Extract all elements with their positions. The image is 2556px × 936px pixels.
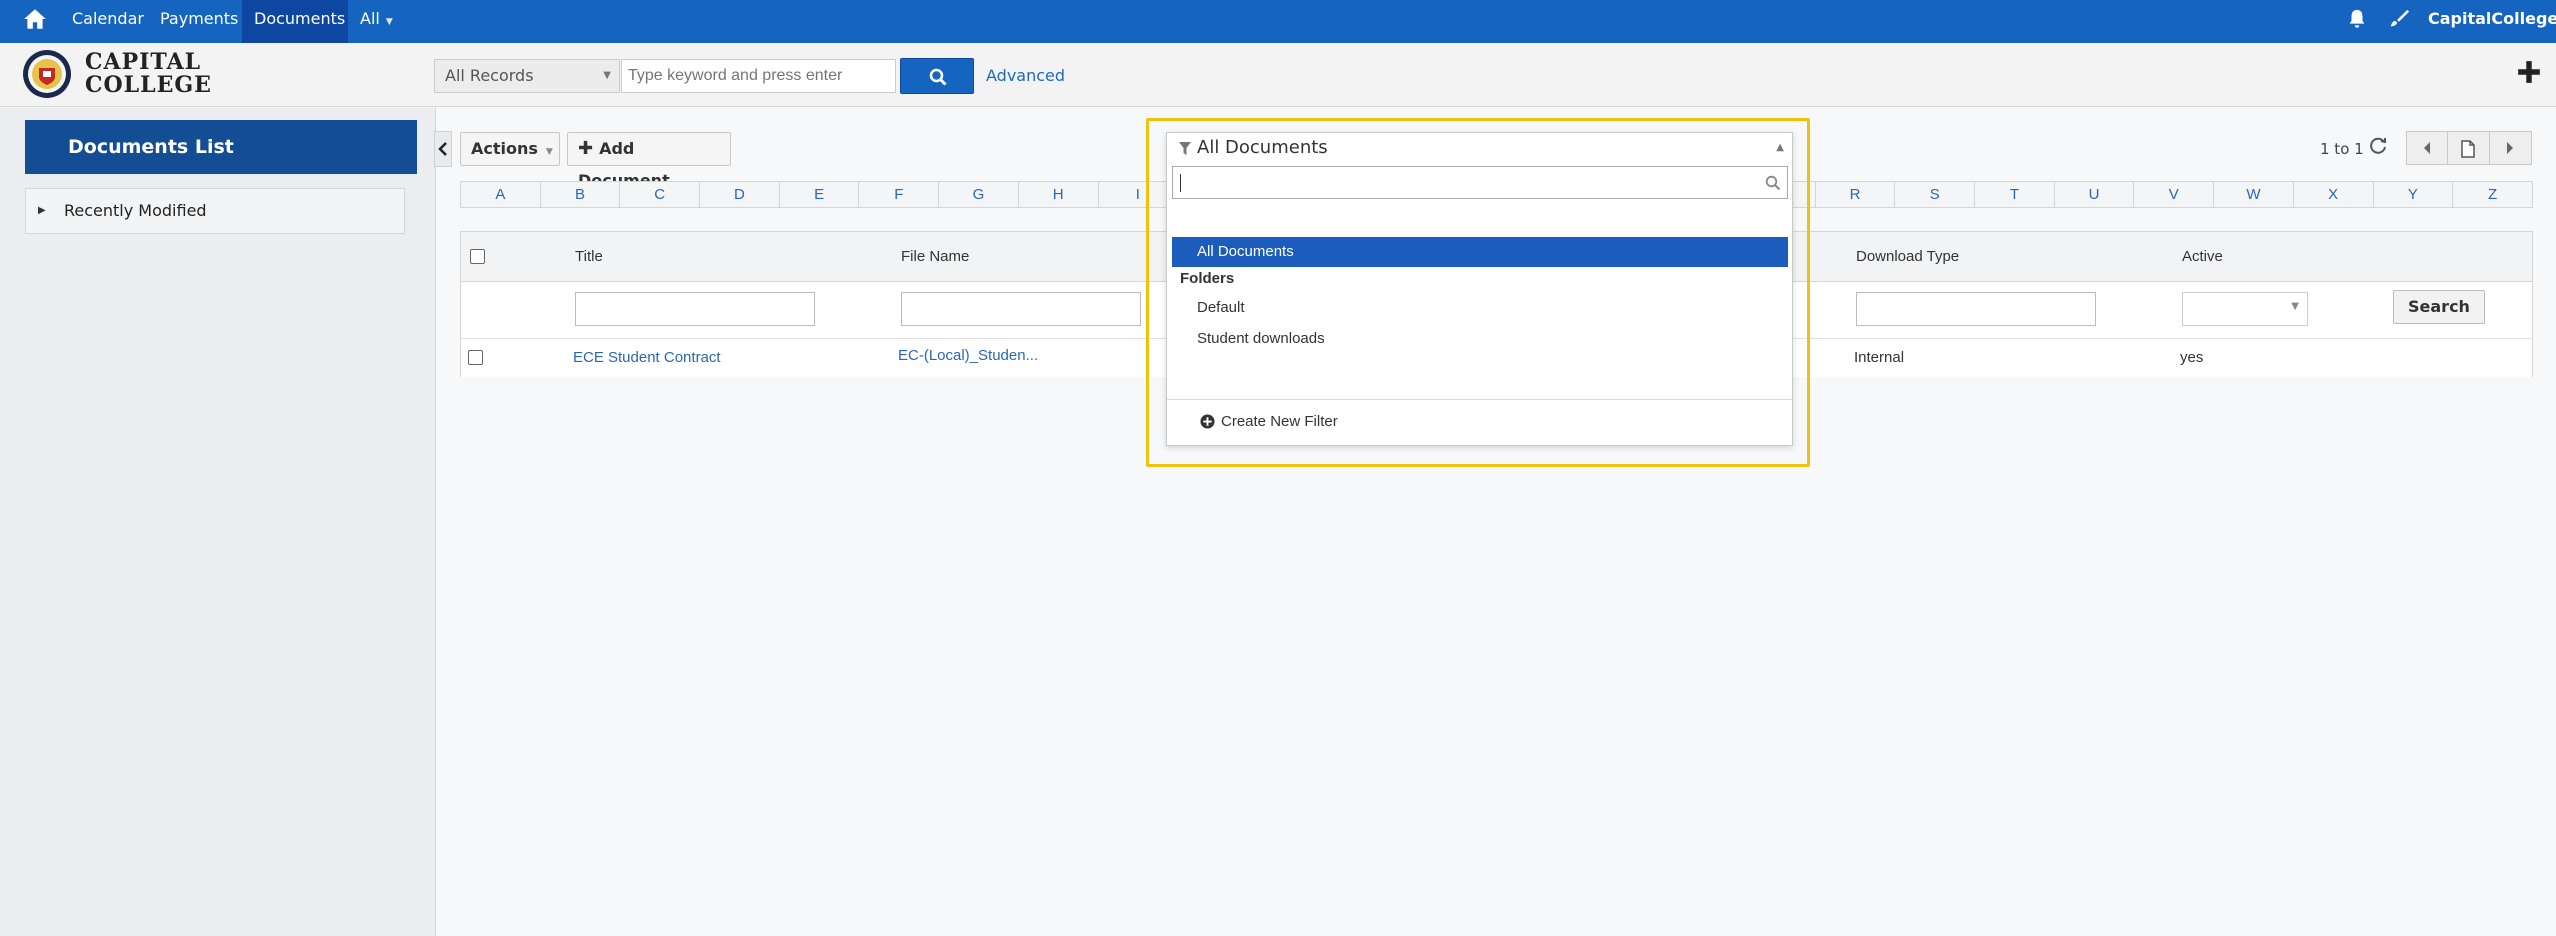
home-icon[interactable] <box>22 6 48 32</box>
search-icon <box>1765 175 1781 191</box>
advanced-search-link[interactable]: Advanced <box>986 66 1065 85</box>
nav-all[interactable]: All ▼ <box>348 0 405 43</box>
divider <box>1167 399 1792 400</box>
recently-modified-label: Recently Modified <box>64 201 207 220</box>
select-all-checkbox[interactable] <box>470 249 485 264</box>
actions-label: Actions <box>471 139 538 158</box>
sidebar: Documents List ▶ Recently Modified <box>0 108 436 936</box>
user-menu[interactable]: CapitalCollege▼ <box>2428 0 2556 41</box>
sidebar-collapse-button[interactable] <box>434 131 452 167</box>
download-type-filter-input[interactable] <box>1856 292 2096 326</box>
alpha-letter[interactable]: Z <box>2453 182 2532 207</box>
top-nav-bar: Calendar Payments Documents All ▼ Capital… <box>0 0 2556 43</box>
column-header-file-name[interactable]: File Name <box>901 248 969 265</box>
next-page-button[interactable] <box>2490 131 2532 165</box>
alpha-letter[interactable]: C <box>620 182 701 207</box>
funnel-icon <box>1179 142 1191 155</box>
plus-icon: ✚ <box>578 138 594 159</box>
plus-circle-icon <box>1200 414 1215 429</box>
college-seal-icon <box>23 50 71 98</box>
alpha-letter[interactable]: D <box>700 182 780 207</box>
file-name-filter-input[interactable] <box>901 292 1141 326</box>
add-document-button[interactable]: ✚Add Document <box>567 132 731 190</box>
actions-button[interactable]: Actions ▼ <box>460 132 560 166</box>
chevron-down-icon: ▼ <box>545 147 553 157</box>
column-header-title[interactable]: Title <box>575 248 603 265</box>
filter-option-all-documents[interactable]: All Documents <box>1172 237 1788 267</box>
column-header-active[interactable]: Active <box>2182 248 2223 265</box>
search-button[interactable] <box>900 58 974 94</box>
previous-page-button[interactable] <box>2406 131 2448 165</box>
chevron-down-icon: ▼ <box>385 17 393 27</box>
alpha-letter[interactable]: U <box>2055 182 2135 207</box>
alpha-letter[interactable]: V <box>2134 182 2215 207</box>
recently-modified-section[interactable]: ▶ Recently Modified <box>25 188 405 234</box>
chevron-up-icon: ▲ <box>1776 142 1784 153</box>
nav-payments[interactable]: Payments <box>148 0 250 43</box>
logo-line-1: CAPITAL <box>85 49 202 75</box>
title-filter-input[interactable] <box>575 292 815 326</box>
documents-list-tab[interactable]: Documents List <box>25 120 417 174</box>
page-count: 1 to 1 <box>2320 140 2364 158</box>
user-name: CapitalCollege <box>2428 9 2556 28</box>
dropdown-arrow-icon: ▼ <box>603 70 611 81</box>
filter-dropdown: All Documents ▲ All Documents Folders De… <box>1166 132 1793 446</box>
logo-line-2: COLLEGE <box>85 72 212 98</box>
alpha-letter[interactable]: H <box>1019 182 1099 207</box>
alpha-letter[interactable]: G <box>939 182 1019 207</box>
filter-search-button[interactable]: Search <box>2393 290 2485 324</box>
create-new-filter-button[interactable]: Create New Filter <box>1200 413 1338 430</box>
text-cursor <box>1180 174 1181 192</box>
search-icon <box>929 68 947 86</box>
filter-group-folders: Folders <box>1180 270 1235 287</box>
tab-arrow <box>403 120 417 174</box>
download-type-cell: Internal <box>1854 349 1905 366</box>
alpha-letter[interactable]: S <box>1895 182 1976 207</box>
alpha-letter[interactable]: B <box>541 182 621 207</box>
filter-option-default[interactable]: Default <box>1172 293 1788 323</box>
alpha-letter[interactable]: R <box>1816 182 1896 207</box>
row-checkbox[interactable] <box>468 350 483 365</box>
chevron-right-icon <box>2507 142 2513 154</box>
chevron-left-icon <box>438 142 447 156</box>
nav-calendar[interactable]: Calendar <box>60 0 156 43</box>
nav-documents[interactable]: Documents <box>242 0 348 43</box>
document-icon <box>2461 140 2475 158</box>
export-button[interactable] <box>2448 131 2490 165</box>
alpha-letter[interactable]: F <box>859 182 940 207</box>
filter-search-input[interactable] <box>1172 166 1788 199</box>
filter-select[interactable]: All Documents ▲ <box>1167 133 1792 163</box>
alpha-letter[interactable]: E <box>780 182 860 207</box>
refresh-icon[interactable] <box>2368 136 2388 156</box>
scope-select[interactable]: All Records ▼ <box>434 59 620 93</box>
bell-icon[interactable] <box>2346 7 2368 31</box>
create-new-filter-label: Create New Filter <box>1221 413 1338 430</box>
expand-triangle-icon: ▶ <box>38 205 46 216</box>
document-file-link[interactable]: EC-(Local)_Studen... <box>898 347 1038 364</box>
alpha-letter[interactable]: A <box>461 182 541 207</box>
scope-select-value: All Records <box>445 66 534 85</box>
filter-select-value: All Documents <box>1197 137 1328 158</box>
plus-icon[interactable] <box>2516 59 2542 85</box>
college-logo-text: CAPITAL COLLEGE <box>85 51 212 97</box>
alpha-letter[interactable]: Y <box>2374 182 2454 207</box>
active-filter-select[interactable]: ▼ <box>2182 292 2308 326</box>
filter-option-student-downloads[interactable]: Student downloads <box>1172 324 1788 354</box>
paintbrush-icon[interactable] <box>2388 8 2410 30</box>
active-cell: yes <box>2180 349 2204 366</box>
dropdown-arrow-icon: ▼ <box>2291 301 2299 312</box>
search-input[interactable] <box>621 59 896 93</box>
pagination-controls <box>2406 131 2532 165</box>
alpha-letter[interactable]: W <box>2214 182 2294 207</box>
document-title-link[interactable]: ECE Student Contract <box>573 349 721 366</box>
alpha-letter[interactable]: X <box>2294 182 2374 207</box>
column-header-download-type[interactable]: Download Type <box>1856 248 1959 265</box>
chevron-left-icon <box>2424 142 2430 154</box>
alpha-letter[interactable]: T <box>1975 182 2055 207</box>
nav-all-label: All <box>360 9 380 28</box>
header-bar: CAPITAL COLLEGE All Records ▼ Advanced <box>0 43 2556 107</box>
